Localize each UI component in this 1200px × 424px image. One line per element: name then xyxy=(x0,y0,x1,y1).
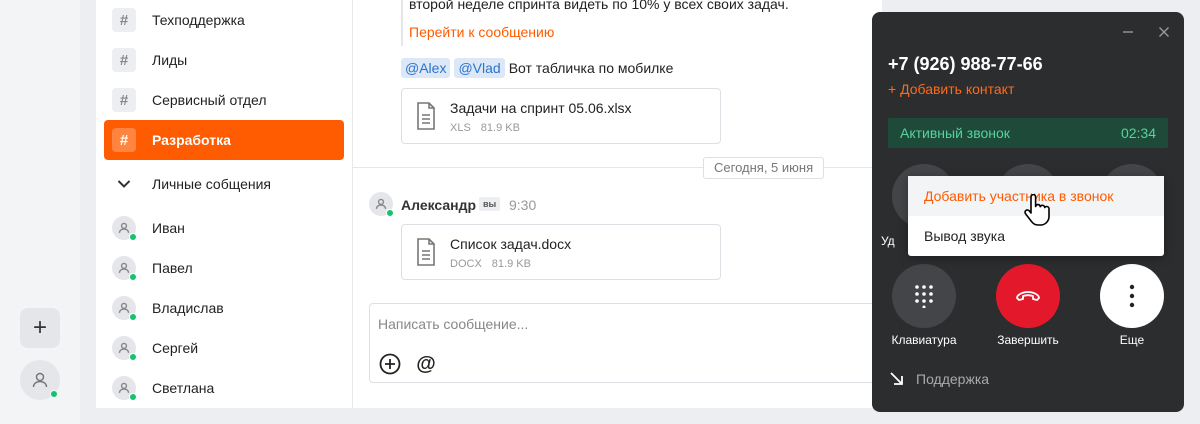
profile-avatar[interactable] xyxy=(20,360,60,400)
close-icon xyxy=(1159,27,1169,37)
message-input[interactable] xyxy=(378,316,858,332)
keypad-label: Клавиатура xyxy=(891,333,957,347)
channel-item-leads[interactable]: # Лиды xyxy=(104,40,344,80)
person-item-sergey[interactable]: Сергей xyxy=(104,328,344,368)
arrow-down-right-icon xyxy=(890,372,903,385)
online-indicator xyxy=(386,209,394,217)
phone-hangup-icon xyxy=(1016,291,1040,301)
user-icon xyxy=(375,198,387,209)
user-icon xyxy=(32,372,48,388)
person-label: Светлана xyxy=(152,380,215,396)
file-meta: XLS 81.9 KB xyxy=(450,122,530,134)
mention-message: @Alex @Vlad Вот табличка по мобилке xyxy=(401,58,673,78)
active-call-status: Активный звонок 02:34 xyxy=(888,118,1168,148)
online-indicator xyxy=(129,393,137,401)
channel-sidebar: # Техподдержка # Лиды # Сервисный отдел … xyxy=(96,0,352,408)
mention-alex[interactable]: @Alex xyxy=(401,58,451,78)
call-duration: 02:34 xyxy=(1120,125,1156,141)
file-ext: DOCX xyxy=(450,258,482,270)
plus-circle-icon xyxy=(379,353,401,375)
file-size: 81.9 KB xyxy=(491,258,531,270)
person-item-svetlana[interactable]: Светлана xyxy=(104,368,344,408)
online-indicator xyxy=(50,390,58,398)
channel-item-techsupport[interactable]: # Техподдержка xyxy=(104,0,344,40)
close-button[interactable] xyxy=(1156,24,1172,40)
hash-icon: # xyxy=(112,88,136,112)
person-item-ivan[interactable]: Иван xyxy=(104,208,344,248)
goto-message-link[interactable]: Перейти к сообщению xyxy=(409,24,554,40)
add-contact-link[interactable]: + Добавить контакт xyxy=(888,81,1014,97)
more-label: Еще xyxy=(1119,333,1145,347)
channel-label: Сервисный отдел xyxy=(152,92,267,108)
plus-icon: + xyxy=(32,314,47,341)
user-avatar-icon xyxy=(112,216,137,241)
hangup-button[interactable] xyxy=(996,264,1060,328)
file-meta: DOCX 81.9 KB xyxy=(450,258,541,270)
person-label: Павел xyxy=(152,260,193,276)
channel-label: Лиды xyxy=(152,52,188,68)
channel-item-development[interactable]: # Разработка xyxy=(104,120,344,160)
person-label: Владислав xyxy=(152,300,224,316)
user-avatar-icon xyxy=(112,296,137,321)
mention-vlad[interactable]: @Vlad xyxy=(454,58,505,78)
channel-label: Техподдержка xyxy=(152,12,245,28)
author-avatar[interactable] xyxy=(369,192,394,217)
private-messages-section[interactable]: Личные собщения xyxy=(104,164,344,204)
channel-label: Разработка xyxy=(152,132,231,148)
hand-cursor-icon xyxy=(1024,194,1050,226)
chevron-down-icon xyxy=(112,172,136,196)
message-composer: @ xyxy=(369,303,889,383)
channel-item-service[interactable]: # Сервисный отдел xyxy=(104,80,344,120)
chat-panel: второй неделе спринта видеть по 10% у вс… xyxy=(352,0,889,408)
hold-label: Уд xyxy=(881,234,895,248)
document-icon xyxy=(417,102,435,130)
online-indicator xyxy=(129,353,137,361)
more-button[interactable] xyxy=(1100,264,1164,328)
online-indicator xyxy=(129,233,137,241)
support-link[interactable]: Поддержка xyxy=(888,370,989,388)
section-label: Личные собщения xyxy=(152,176,272,192)
message-text: Вот табличка по мобилке xyxy=(508,60,674,76)
at-icon: @ xyxy=(416,352,436,375)
minimize-button[interactable] xyxy=(1120,24,1136,40)
keypad-button[interactable] xyxy=(892,264,956,328)
file-attachment[interactable]: Список задач.docx DOCX 81.9 KB xyxy=(401,224,721,280)
user-avatar-icon xyxy=(112,376,137,401)
person-item-vladislav[interactable]: Владислав xyxy=(104,288,344,328)
quote-bar xyxy=(401,0,403,46)
file-name: Задачи на спринт 05.06.xlsx xyxy=(450,100,632,116)
more-vertical-icon xyxy=(1129,284,1135,308)
support-label: Поддержка xyxy=(916,371,990,387)
author-name[interactable]: Александр xyxy=(401,197,476,213)
person-label: Сергей xyxy=(152,340,199,356)
message-time: 9:30 xyxy=(509,197,537,213)
file-size: 81.9 KB xyxy=(480,122,520,134)
attach-button[interactable] xyxy=(378,352,402,376)
call-status-label: Активный звонок xyxy=(900,125,1010,141)
hash-icon: # xyxy=(112,48,136,72)
phone-number: +7 (926) 988-77-66 xyxy=(888,54,1043,74)
person-item-pavel[interactable]: Павел xyxy=(104,248,344,288)
mention-button[interactable]: @ xyxy=(414,352,438,376)
keypad-icon xyxy=(915,285,933,308)
person-label: Иван xyxy=(152,220,185,236)
hangup-label: Завершить xyxy=(997,333,1059,347)
hash-icon: # xyxy=(112,128,136,152)
minimize-icon xyxy=(1123,31,1133,33)
user-avatar-icon xyxy=(112,256,137,281)
document-icon xyxy=(417,238,435,266)
app-rail: + xyxy=(0,0,80,424)
file-ext: XLS xyxy=(450,122,471,134)
file-attachment[interactable]: Задачи на спринт 05.06.xlsx XLS 81.9 KB xyxy=(401,88,721,144)
file-name: Список задач.docx xyxy=(450,236,572,252)
user-avatar-icon xyxy=(112,336,137,361)
online-indicator xyxy=(129,273,137,281)
online-indicator xyxy=(129,313,137,321)
hash-icon: # xyxy=(112,8,136,32)
you-badge: вы xyxy=(479,197,501,211)
quoted-message-text: второй неделе спринта видеть по 10% у вс… xyxy=(409,0,789,12)
date-divider: Сегодня, 5 июня xyxy=(703,157,825,179)
add-workspace-button[interactable]: + xyxy=(20,308,60,348)
